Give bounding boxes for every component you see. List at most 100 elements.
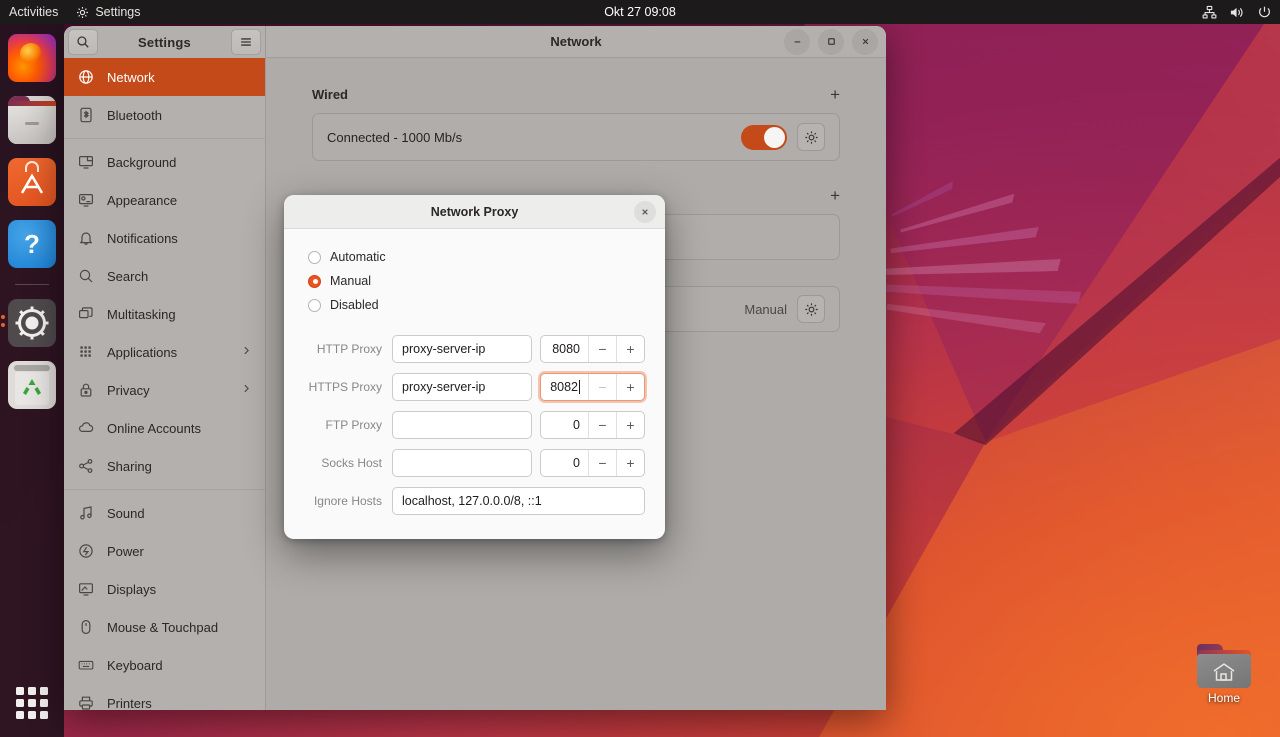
ftp-proxy-port-decrement[interactable]: −: [588, 412, 616, 438]
sidebar-item-privacy[interactable]: Privacy: [64, 371, 265, 409]
sidebar-item-notifications[interactable]: Notifications: [64, 219, 265, 257]
sound-note-icon: [77, 505, 94, 522]
ftp-proxy-host-input[interactable]: [392, 411, 532, 439]
sidebar-item-online-accounts[interactable]: Online Accounts: [64, 409, 265, 447]
https-proxy-port-value[interactable]: 8082: [541, 374, 588, 400]
add-vpn-button[interactable]: +: [830, 187, 840, 204]
proxy-settings-button[interactable]: [797, 295, 825, 323]
radio-button[interactable]: [308, 250, 321, 264]
sidebar-item-mouse-touchpad[interactable]: Mouse & Touchpad: [64, 608, 265, 646]
sidebar-item-background[interactable]: Background: [64, 143, 265, 181]
socks-host-port-value[interactable]: 0: [541, 450, 588, 476]
dock-item-firefox[interactable]: [8, 34, 56, 82]
files-icon: [8, 96, 56, 144]
firefox-icon: [8, 34, 56, 82]
main-menu-button[interactable]: [230, 29, 261, 55]
socks-host-port-stepper[interactable]: 0− +: [540, 449, 645, 477]
sidebar-item-power[interactable]: Power: [64, 532, 265, 570]
minimize-icon: [794, 41, 800, 43]
window-title: Network: [550, 34, 602, 49]
activities-button[interactable]: Activities: [0, 0, 67, 24]
close-icon: [862, 38, 868, 45]
network-wired-icon[interactable]: [1202, 5, 1217, 20]
gear-icon: [77, 6, 89, 18]
sidebar-item-multitasking[interactable]: Multitasking: [64, 295, 265, 333]
add-wired-button[interactable]: +: [830, 86, 840, 103]
https-proxy-port-decrement[interactable]: −: [588, 374, 616, 400]
https-proxy-port-stepper[interactable]: 8082− +: [540, 373, 645, 401]
dock-item-files[interactable]: [8, 96, 56, 144]
background-icon: [77, 154, 94, 171]
ignore-hosts-input[interactable]: localhost, 127.0.0.0/8, ::1: [392, 487, 645, 515]
wired-toggle[interactable]: [741, 124, 787, 150]
https-proxy-label: HTTPS Proxy: [308, 380, 382, 394]
dock-item-app-store[interactable]: [8, 158, 56, 206]
sidebar-item-network[interactable]: Network: [64, 58, 265, 96]
sidebar-item-sound[interactable]: Sound: [64, 494, 265, 532]
socks-host-host-input[interactable]: [392, 449, 532, 477]
sidebar-item-search[interactable]: Search: [64, 257, 265, 295]
show-applications-button[interactable]: [8, 679, 56, 727]
trash-icon: [8, 361, 56, 409]
radio-button[interactable]: [308, 274, 321, 288]
sidebar-item-sharing[interactable]: Sharing: [64, 447, 265, 485]
sidebar-item-label: Appearance: [107, 192, 178, 208]
hamburger-menu-icon: [241, 38, 251, 46]
clock-button[interactable]: Okt 27 09:08: [604, 5, 676, 19]
socks-host-port-decrement[interactable]: −: [588, 450, 616, 476]
dock-item-settings[interactable]: [1, 299, 56, 347]
sidebar-divider: [64, 489, 265, 490]
http-proxy-host-input[interactable]: proxy-server-ip: [392, 335, 532, 363]
radio-button[interactable]: [308, 298, 321, 312]
dialog-body: Automatic Manual Disabled HTTP Proxy proxy-…: [284, 229, 665, 525]
sidebar-item-displays[interactable]: Displays: [64, 570, 265, 608]
http-proxy-port-decrement[interactable]: −: [588, 336, 616, 362]
sidebar-item-label: Multitasking: [107, 306, 176, 322]
sidebar-item-appearance[interactable]: Appearance: [64, 181, 265, 219]
gear-icon: [804, 130, 818, 144]
top-bar: Activities Settings Okt 27 09:08: [0, 0, 1280, 24]
dock-item-help[interactable]: ?: [8, 220, 56, 268]
mouse-icon: [77, 619, 94, 636]
search-button[interactable]: [68, 29, 98, 55]
http-proxy-port-stepper[interactable]: 8080− +: [540, 335, 645, 363]
sidebar-item-bluetooth[interactable]: Bluetooth: [64, 96, 265, 134]
sidebar-item-keyboard[interactable]: Keyboard: [64, 646, 265, 684]
sidebar-item-list: Network Bluetooth Background Appearance Noti…: [64, 58, 265, 710]
close-button[interactable]: [852, 28, 878, 55]
http-proxy-port-value[interactable]: 8080: [541, 336, 588, 362]
proxy-mode-label: Disabled: [330, 298, 379, 312]
socks-host-label: Socks Host: [321, 456, 382, 470]
https-proxy-port-increment[interactable]: +: [616, 374, 644, 400]
sidebar-item-label: Sound: [107, 505, 145, 521]
power-icon[interactable]: [1257, 5, 1272, 20]
wired-connection-row: Connected - 1000 Mb/s: [312, 113, 840, 161]
dock-item-trash[interactable]: [8, 361, 56, 409]
wired-settings-button[interactable]: [797, 123, 825, 151]
http-proxy-row: HTTP Proxy proxy-server-ip 8080− +: [308, 335, 645, 363]
https-proxy-host-input[interactable]: proxy-server-ip: [392, 373, 532, 401]
volume-icon[interactable]: [1229, 5, 1245, 20]
proxy-mode-manual[interactable]: Manual: [308, 269, 641, 293]
proxy-mode-disabled[interactable]: Disabled: [308, 293, 641, 317]
window-controls: [784, 28, 878, 55]
network-proxy-dialog: Network Proxy Automatic Manual Disabled HT…: [284, 195, 665, 539]
desktop-icon-home[interactable]: Home: [1196, 644, 1252, 705]
app-menu-button[interactable]: Settings: [67, 0, 149, 24]
dialog-close-button[interactable]: [634, 200, 656, 223]
http-proxy-port-increment[interactable]: +: [616, 336, 644, 362]
sidebar-item-applications[interactable]: Applications: [64, 333, 265, 371]
ftp-proxy-port-increment[interactable]: +: [616, 412, 644, 438]
minimize-button[interactable]: [784, 28, 810, 55]
sidebar-item-label: Power: [107, 543, 144, 559]
maximize-button[interactable]: [818, 28, 844, 55]
sidebar-item-printers[interactable]: Printers: [64, 684, 265, 710]
proxy-mode-automatic[interactable]: Automatic: [308, 245, 641, 269]
ftp-proxy-port-value[interactable]: 0: [541, 412, 588, 438]
dock: ?: [0, 24, 64, 737]
ftp-proxy-port-stepper[interactable]: 0− +: [540, 411, 645, 439]
desktop-icon-label: Home: [1207, 691, 1240, 705]
system-tray[interactable]: [1202, 5, 1272, 20]
socks-host-port-increment[interactable]: +: [616, 450, 644, 476]
dialog-title: Network Proxy: [430, 204, 519, 219]
